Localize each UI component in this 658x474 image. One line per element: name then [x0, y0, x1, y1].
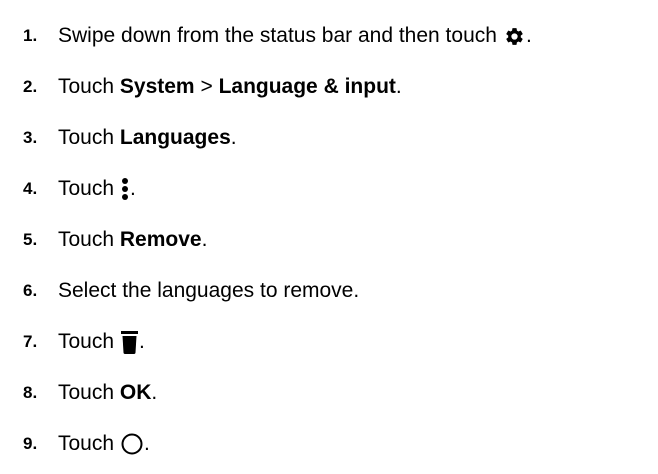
step-2: 2. Touch System > Language & input. — [23, 71, 402, 103]
step-text: Touch — [58, 381, 115, 404]
step-number: 8. — [23, 383, 38, 402]
step-punctuation: . — [130, 177, 136, 200]
step-number: 2. — [23, 77, 38, 96]
instruction-steps: 1. Swipe down from the status bar and th… — [0, 0, 658, 474]
step-9: 9. Touch . — [23, 428, 150, 460]
step-text: Touch — [58, 432, 115, 455]
step-5: 5. Touch Remove. — [23, 224, 207, 256]
home-circle-icon — [121, 433, 143, 455]
step-6: 6. Select the languages to remove. — [23, 275, 359, 307]
step-punctuation: . — [151, 381, 158, 404]
step-text: Touch — [58, 228, 115, 251]
button-ok-label: OK — [119, 381, 152, 404]
trash-icon — [121, 330, 139, 354]
step-number: 1. — [23, 26, 38, 45]
step-number: 4. — [23, 179, 38, 198]
menu-remove-label: Remove — [119, 228, 202, 251]
step-punctuation: . — [395, 75, 402, 98]
step-number: 6. — [23, 281, 38, 300]
step-text: Touch — [58, 75, 115, 98]
step-text: Select the languages to remove. — [58, 279, 360, 302]
step-text: Swipe down from the status bar and then … — [58, 24, 497, 47]
menu-system-label: System — [119, 75, 195, 98]
step-number: 3. — [23, 128, 38, 147]
settings-gear-icon — [504, 26, 525, 47]
step-punctuation: . — [201, 228, 208, 251]
step-text: Touch — [58, 330, 115, 353]
step-text: Touch — [58, 126, 115, 149]
step-punctuation: . — [139, 330, 145, 353]
step-punctuation: . — [230, 126, 237, 149]
step-3: 3. Touch Languages. — [23, 122, 237, 154]
step-number: 9. — [23, 434, 38, 453]
step-7: 7. Touch . — [23, 326, 145, 358]
step-punctuation: . — [525, 24, 532, 47]
menu-language-input-label: Language & input — [218, 75, 396, 98]
step-1: 1. Swipe down from the status bar and th… — [23, 20, 532, 52]
step-text: Touch — [58, 177, 115, 200]
more-options-vertical-dots-icon — [121, 177, 129, 201]
menu-languages-label: Languages — [119, 126, 231, 149]
step-number: 7. — [23, 332, 38, 351]
breadcrumb-separator: > — [200, 75, 213, 98]
step-4: 4. Touch . — [23, 173, 136, 205]
step-number: 5. — [23, 230, 38, 249]
step-8: 8. Touch OK. — [23, 377, 157, 409]
step-punctuation: . — [144, 432, 150, 455]
